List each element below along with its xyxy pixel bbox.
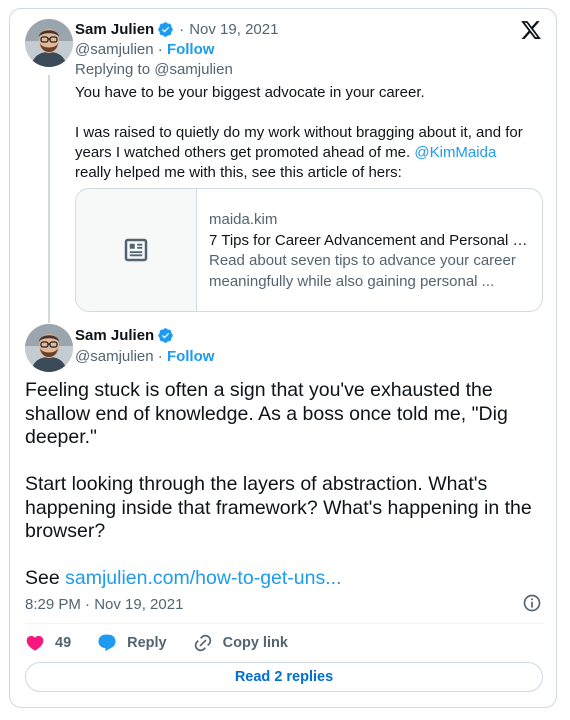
separator-dot: · bbox=[179, 21, 185, 38]
like-count: 49 bbox=[55, 635, 72, 651]
link-title: 7 Tips for Career Advancement and Person… bbox=[209, 231, 530, 249]
article-icon bbox=[124, 238, 148, 262]
like-button[interactable]: 49 bbox=[25, 633, 71, 653]
copy-link-label: Copy link bbox=[222, 635, 288, 651]
heart-icon bbox=[26, 635, 44, 651]
copy-link-button[interactable]: Copy link bbox=[193, 633, 288, 653]
reply-label: Reply bbox=[127, 635, 167, 651]
verified-badge-icon bbox=[157, 21, 174, 38]
divider bbox=[25, 623, 543, 624]
tweet-date[interactable]: Nov 19, 2021 bbox=[189, 21, 278, 38]
avatar[interactable] bbox=[25, 19, 73, 67]
author-handle[interactable]: @samjulien bbox=[75, 41, 154, 58]
follow-button[interactable]: Follow bbox=[167, 348, 215, 365]
link-description: Read about seven tips to advance your ca… bbox=[209, 252, 516, 290]
info-icon[interactable] bbox=[522, 593, 542, 613]
link-domain: maida.kim bbox=[209, 211, 278, 228]
reply-button[interactable]: Reply bbox=[97, 633, 167, 653]
main-handle-row: @samjulien · Follow bbox=[75, 348, 214, 365]
tweet-text-span: See bbox=[25, 567, 66, 589]
follow-button[interactable]: Follow bbox=[167, 41, 215, 58]
parent-author-row: Sam Julien · Nov 19, 2021 bbox=[75, 21, 278, 38]
link-thumbnail bbox=[76, 189, 197, 311]
author-name[interactable]: Sam Julien bbox=[75, 21, 154, 38]
link-icon bbox=[194, 634, 211, 652]
replying-to-label: Replying to @samjulien bbox=[75, 61, 233, 78]
reply-bubble-icon bbox=[98, 634, 116, 652]
tweet-embed-card: Sam Julien · Nov 19, 2021 @samjulien · F… bbox=[9, 8, 557, 708]
separator-dot: · bbox=[157, 348, 163, 365]
link-preview-card[interactable]: maida.kim 7 Tips for Career Advancement … bbox=[75, 188, 543, 312]
link-info: maida.kim 7 Tips for Career Advancement … bbox=[197, 189, 542, 311]
avatar[interactable] bbox=[25, 324, 73, 372]
action-bar: 49 Reply Copy link bbox=[25, 632, 314, 654]
x-logo-icon[interactable] bbox=[520, 19, 542, 41]
tweet-paragraph: See samjulien.com/how-to-get-uns... bbox=[25, 567, 545, 591]
verified-badge-icon bbox=[157, 327, 174, 344]
parent-tweet-text: You have to be your biggest advocate in … bbox=[75, 83, 535, 203]
tweet-paragraph: Feeling stuck is often a sign that you'v… bbox=[25, 379, 508, 448]
main-author-row: Sam Julien bbox=[75, 327, 174, 344]
tweet-timestamp[interactable]: 8:29 PM · Nov 19, 2021 bbox=[25, 596, 183, 613]
thread-connector-line bbox=[48, 75, 50, 323]
tweet-paragraph: You have to be your biggest advocate in … bbox=[75, 84, 425, 101]
main-tweet-text: Feeling stuck is often a sign that you'v… bbox=[25, 379, 545, 614]
mention-link[interactable]: @KimMaida bbox=[414, 144, 496, 161]
tweet-paragraph: I was raised to quietly do my work witho… bbox=[75, 123, 535, 183]
tweet-text-span: really helped me with this, see this art… bbox=[75, 164, 402, 181]
separator-dot: · bbox=[157, 41, 163, 58]
article-link[interactable]: samjulien.com/how-to-get-uns... bbox=[65, 567, 341, 589]
read-replies-button[interactable]: Read 2 replies bbox=[25, 662, 543, 692]
author-handle[interactable]: @samjulien bbox=[75, 348, 154, 365]
parent-handle-row: @samjulien · Follow bbox=[75, 41, 214, 58]
author-name[interactable]: Sam Julien bbox=[75, 327, 154, 344]
tweet-paragraph: Start looking through the layers of abst… bbox=[25, 473, 532, 542]
